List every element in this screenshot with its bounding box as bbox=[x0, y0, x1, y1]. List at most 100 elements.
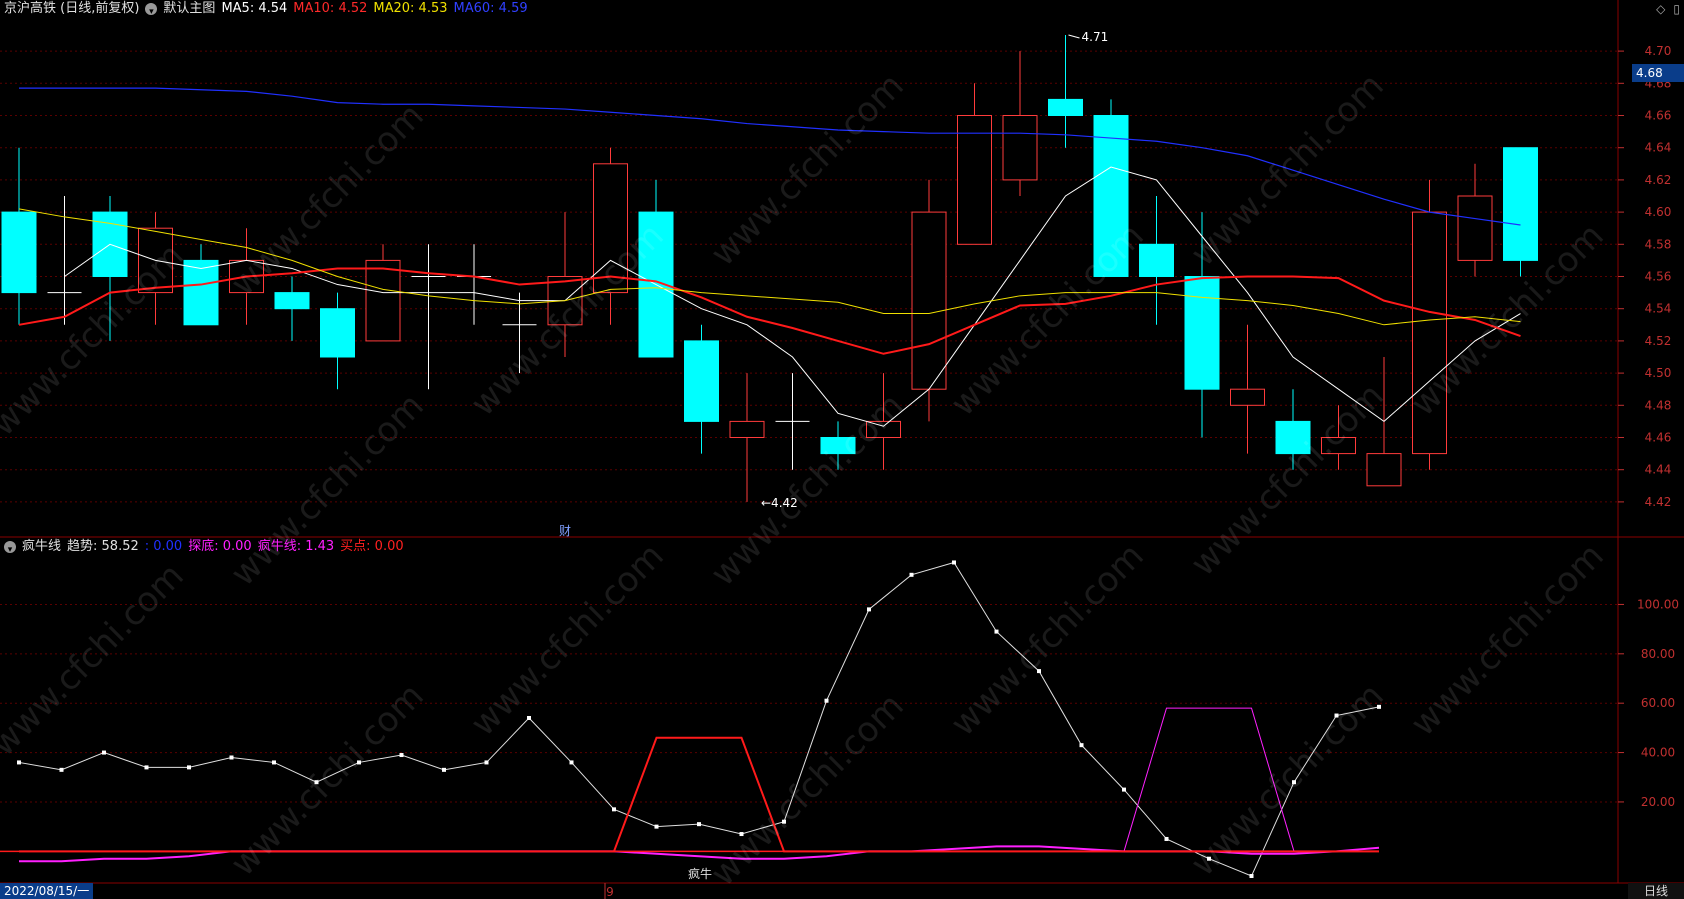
candle-body bbox=[684, 340, 719, 422]
price-tick-label: 4.52 bbox=[1645, 334, 1672, 348]
trend-point bbox=[144, 765, 149, 770]
candle bbox=[911, 179, 947, 422]
candle-body bbox=[274, 292, 310, 310]
candle-body bbox=[320, 308, 355, 358]
trend-point bbox=[102, 750, 106, 755]
main-chart-name[interactable]: 默认主图 bbox=[163, 0, 215, 18]
trend-point bbox=[484, 760, 489, 765]
trend-point bbox=[1377, 704, 1381, 709]
candle bbox=[1412, 179, 1447, 470]
indicator-toggle-icon[interactable]: ▾ bbox=[4, 541, 16, 555]
candle bbox=[729, 373, 765, 502]
high-label: 4.71 bbox=[1082, 30, 1109, 44]
trend-point bbox=[399, 753, 404, 758]
trend-point bbox=[527, 716, 531, 720]
price-tick-label: 4.42 bbox=[1645, 495, 1672, 509]
indicator-tick-label: 20.00 bbox=[1641, 795, 1675, 809]
trend-point bbox=[442, 767, 446, 772]
main-chart-toggle-icon[interactable]: ▾ bbox=[145, 3, 158, 17]
indicator-header: ▾ 疯牛线 趋势: 58.52 : 0.00 探底: 0.00 疯牛线: 1.4… bbox=[4, 538, 404, 556]
candle bbox=[775, 373, 810, 470]
candle-body bbox=[820, 437, 856, 455]
collapse-icon[interactable]: ▯ bbox=[1673, 2, 1680, 16]
candle bbox=[1184, 212, 1220, 438]
finance-marker: 财 bbox=[559, 524, 571, 538]
indicator-line-2 bbox=[19, 736, 1379, 853]
candle-body bbox=[593, 163, 628, 294]
indicator-tick-label: 60.00 bbox=[1641, 696, 1675, 710]
candle bbox=[1048, 35, 1083, 148]
indicator-tick-label: 80.00 bbox=[1641, 647, 1675, 661]
candle-body bbox=[1321, 437, 1356, 455]
chart-canvas[interactable]: 4.70 4.68 4.66 4.64 4.62 4.60 4.58 4.56 4.54 4.52… bbox=[0, 0, 1684, 899]
indicator-name[interactable]: 疯牛线 bbox=[22, 538, 61, 556]
month-marker: 9 bbox=[606, 885, 614, 899]
trend-point bbox=[994, 629, 999, 634]
trend-point bbox=[1037, 669, 1041, 674]
ma60-value: MA60: 4.59 bbox=[453, 1, 528, 16]
candle bbox=[1275, 389, 1311, 470]
trend-point bbox=[17, 760, 21, 765]
candle bbox=[502, 292, 537, 374]
low-label: ←4.42 bbox=[761, 496, 798, 510]
candle-body bbox=[1366, 453, 1402, 487]
indicator-tick-label: 100.00 bbox=[1637, 597, 1679, 611]
price-tick-label: 4.48 bbox=[1645, 398, 1672, 412]
indicator-lines bbox=[0, 560, 1381, 878]
price-tick-label: 4.60 bbox=[1645, 205, 1672, 219]
ma20-value: MA20: 4.53 bbox=[373, 1, 448, 16]
moving-average-lines bbox=[18, 87, 1521, 427]
diamond-icon[interactable]: ◇ bbox=[1656, 2, 1665, 16]
candle bbox=[274, 276, 310, 341]
indicator-line-3 bbox=[19, 707, 1379, 852]
trend-point bbox=[654, 824, 659, 829]
ma-line-ma60 bbox=[19, 87, 1521, 226]
blue-value: : 0.00 bbox=[144, 539, 183, 554]
candle-body bbox=[365, 259, 401, 342]
trend-point bbox=[824, 698, 829, 703]
candle bbox=[320, 292, 355, 390]
candle bbox=[457, 244, 491, 325]
crazy-bull-value: 疯牛线: 1.43 bbox=[257, 539, 335, 554]
candle bbox=[1321, 405, 1356, 470]
trend-point bbox=[314, 780, 319, 785]
trend-point bbox=[59, 767, 64, 772]
date-cursor-label: 2022/08/15/一 bbox=[0, 883, 94, 899]
price-tick-label: 4.56 bbox=[1645, 270, 1672, 284]
trend-point bbox=[782, 819, 786, 824]
candle-body bbox=[911, 211, 947, 390]
candle-body bbox=[866, 420, 901, 438]
period-label[interactable]: 日线 bbox=[1627, 883, 1684, 899]
candle bbox=[1503, 147, 1538, 277]
candle bbox=[1, 147, 37, 325]
candle-body bbox=[1, 211, 37, 294]
candle bbox=[593, 147, 628, 325]
candle-body bbox=[1503, 147, 1538, 261]
trend-point bbox=[952, 560, 956, 565]
candle-body bbox=[1457, 195, 1493, 261]
candle-body bbox=[1139, 243, 1174, 278]
candle bbox=[1139, 196, 1174, 325]
price-tick-label: 4.50 bbox=[1645, 366, 1672, 380]
indicator-grid bbox=[0, 603, 1618, 803]
high-pointer bbox=[1068, 34, 1080, 39]
stock-title[interactable]: 京沪高铁 (日线,前复权) bbox=[4, 0, 139, 18]
price-axis: 4.704.684.664.644.624.604.584.564.544.52… bbox=[1618, 44, 1671, 509]
indicator-line-1 bbox=[19, 845, 1380, 863]
candle bbox=[957, 83, 992, 245]
trend-point bbox=[357, 760, 361, 765]
trend-point bbox=[1334, 713, 1339, 718]
indicator-tick-label: 40.00 bbox=[1641, 746, 1675, 760]
indicator-axis: 100.00 80.00 60.00 40.00 20.00 bbox=[1618, 597, 1679, 809]
main-chart-header: 京沪高铁 (日线,前复权) ▾ 默认主图 MA5: 4.54 MA10: 4.5… bbox=[4, 0, 528, 18]
price-tick-label: 4.62 bbox=[1645, 173, 1672, 187]
window-controls: ◇ ▯ bbox=[1656, 2, 1680, 16]
trend-point bbox=[612, 807, 616, 812]
trend-point bbox=[1079, 743, 1084, 748]
candles-group bbox=[1, 35, 1538, 502]
buy-point-value: 买点: 0.00 bbox=[340, 539, 404, 554]
candle-body bbox=[1093, 115, 1129, 277]
candle-body bbox=[1048, 98, 1083, 117]
trend-point bbox=[1207, 856, 1211, 861]
trend-point bbox=[1249, 874, 1254, 878]
